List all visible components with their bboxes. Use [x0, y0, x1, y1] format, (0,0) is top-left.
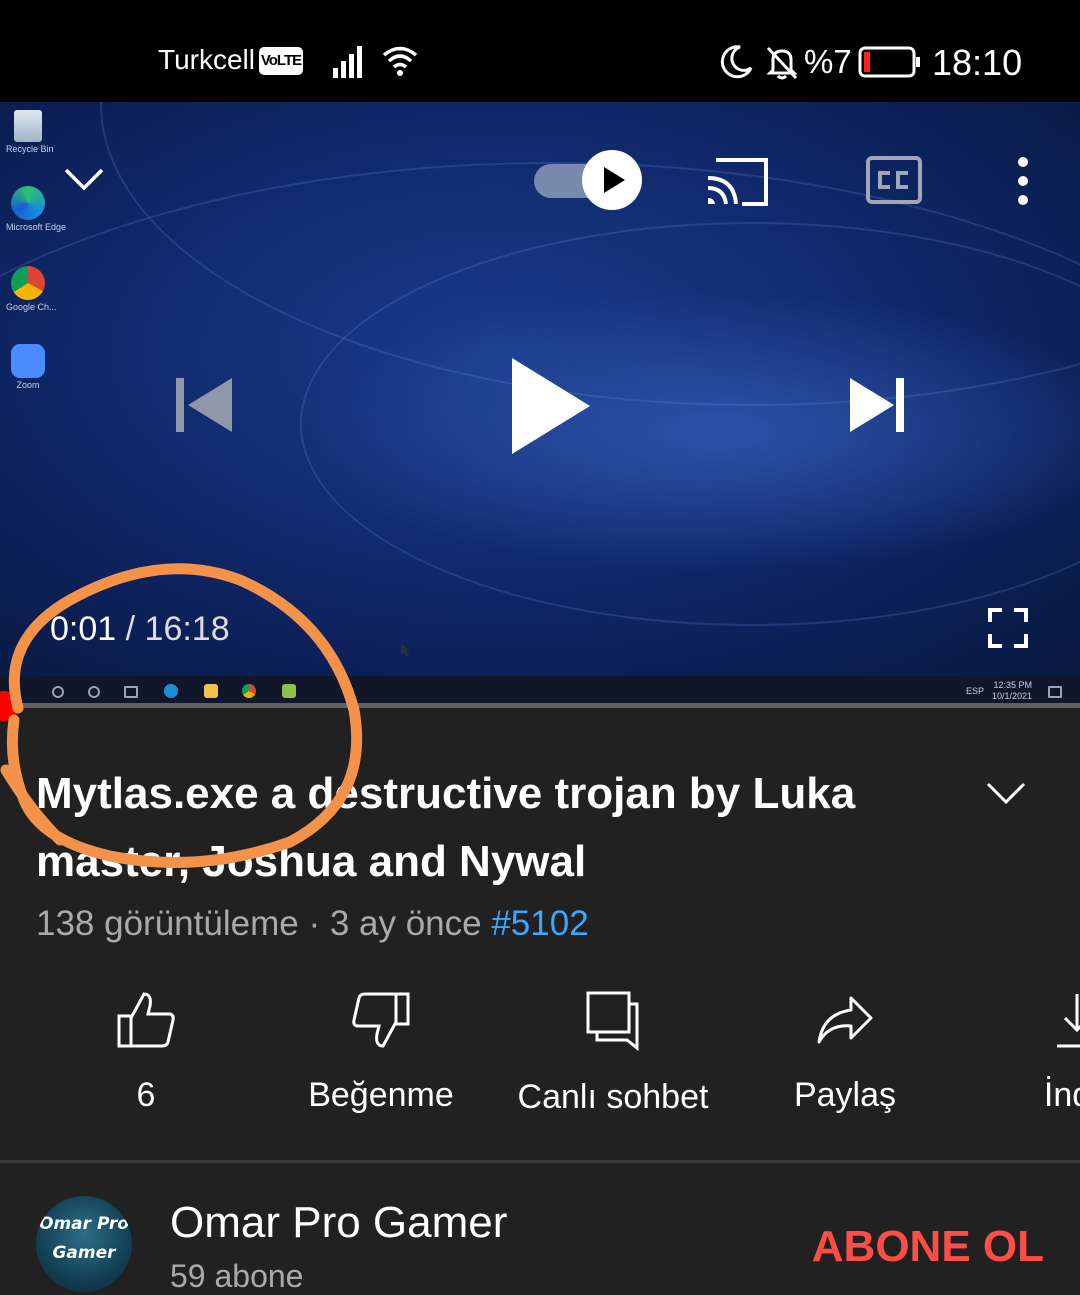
- edge-taskbar-icon: [164, 684, 178, 698]
- dislike-button[interactable]: Beğenme: [266, 990, 496, 1115]
- minimize-chevron-icon[interactable]: [62, 164, 106, 194]
- download-label: İndir: [1043, 1076, 1080, 1114]
- time-readout: 0:01 / 16:18: [50, 610, 230, 649]
- live-chat-label: Canlı sohbet: [517, 1078, 709, 1116]
- subscriber-count: 59 abone: [170, 1258, 304, 1294]
- status-clock: 18:10: [932, 42, 1023, 83]
- progress-bar[interactable]: [0, 703, 1080, 708]
- notification-icon: [1048, 686, 1062, 698]
- status-bar: Turkcell VoLTE %7 18:10: [0, 0, 1080, 102]
- avatar-text-line2: Gamer: [52, 1243, 116, 1263]
- chat-icon: [586, 991, 639, 1052]
- download-button[interactable]: İndir: [962, 990, 1080, 1115]
- video-player[interactable]: Recycle Bin Microsoft Edge Google Ch... …: [0, 102, 1080, 706]
- avatar[interactable]: Omar Pro Gamer: [36, 1196, 132, 1292]
- video-meta: 138 görüntüleme · 3 ay önce #5102: [36, 904, 589, 944]
- like-count: 6: [136, 1076, 156, 1114]
- wifi-icon: [382, 46, 418, 76]
- subscribe-button[interactable]: ABONE OL: [812, 1222, 1044, 1272]
- thumbs-down-icon: [352, 992, 410, 1048]
- meta-separator: ·: [308, 904, 321, 943]
- moon-icon: [720, 45, 753, 79]
- app-taskbar-icon: [282, 684, 296, 698]
- fullscreen-icon[interactable]: [988, 608, 1028, 648]
- previous-icon[interactable]: [176, 376, 234, 434]
- taskbar-date: 10/1/2021: [991, 691, 1032, 701]
- avatar-text-line1: Omar Pro: [39, 1214, 129, 1234]
- taskbar-time: 12:35 PM: [993, 680, 1032, 690]
- desktop-icon-chrome: Google Ch...: [6, 266, 57, 312]
- action-bar: 6 Beğenme Canlı sohbet Paylaş İndir: [0, 990, 1080, 1130]
- hashtag-link[interactable]: #5102: [491, 904, 588, 943]
- autoplay-toggle[interactable]: [534, 150, 642, 210]
- time-separator: /: [125, 610, 136, 648]
- share-icon: [817, 996, 873, 1044]
- dislike-label: Beğenme: [308, 1076, 454, 1114]
- expand-chevron-icon[interactable]: [984, 778, 1028, 808]
- desktop-icon-label: Microsoft Edge: [6, 222, 67, 232]
- battery-low-icon: [858, 46, 920, 78]
- taskbar-language: ESP: [966, 686, 985, 696]
- cortana-icon: [88, 686, 100, 698]
- upload-age: 3 ay önce: [329, 904, 482, 943]
- bell-off-icon: [766, 46, 798, 80]
- cast-icon[interactable]: [706, 156, 770, 208]
- desktop-icon-label: Recycle Bin: [6, 144, 54, 154]
- desktop-icon-label: Google Ch...: [6, 302, 57, 312]
- desktop-icon-edge: Microsoft Edge: [6, 186, 67, 232]
- search-icon: [52, 686, 64, 698]
- play-icon: [604, 167, 625, 193]
- current-time: 0:01: [50, 610, 117, 648]
- desktop-icon-recycle-bin: Recycle Bin: [6, 110, 54, 154]
- thumbs-up-icon: [117, 992, 175, 1048]
- avatar-text: Omar Pro Gamer: [36, 1210, 132, 1268]
- view-count: 138 görüntüleme: [36, 904, 299, 943]
- captions-icon[interactable]: [866, 156, 922, 204]
- mouse-cursor-icon: [401, 643, 410, 657]
- more-options-icon[interactable]: [1010, 156, 1036, 208]
- task-view-icon: [124, 686, 138, 698]
- edge-icon: [11, 186, 45, 220]
- next-icon[interactable]: [848, 376, 906, 434]
- volte-badge: VoLTE: [259, 47, 303, 75]
- battery-percent: %7: [804, 43, 852, 80]
- carrier-name: Turkcell: [158, 44, 255, 75]
- share-button[interactable]: Paylaş: [730, 990, 960, 1115]
- live-chat-button[interactable]: Canlı sohbet: [498, 990, 728, 1117]
- desktop-icon-zoom: Zoom: [6, 344, 50, 390]
- desktop-icon-label: Zoom: [16, 380, 40, 390]
- play-icon[interactable]: [510, 356, 592, 456]
- autoplay-knob: [582, 150, 642, 210]
- signal-icon: [333, 46, 362, 78]
- video-title[interactable]: Mytlas.exe a destructive trojan by Luka …: [36, 760, 936, 896]
- recycle-bin-icon: [14, 110, 42, 142]
- folder-taskbar-icon: [204, 684, 218, 698]
- duration: 16:18: [144, 610, 230, 648]
- chrome-taskbar-icon: [242, 684, 256, 698]
- share-label: Paylaş: [793, 1076, 897, 1114]
- channel-name[interactable]: Omar Pro Gamer: [170, 1198, 507, 1248]
- download-icon: [1057, 994, 1080, 1048]
- zoom-icon: [11, 344, 45, 378]
- taskbar-clock: 12:35 PM 10/1/2021: [992, 680, 1032, 702]
- like-button[interactable]: 6: [31, 990, 261, 1115]
- video-taskbar: ESP 12:35 PM 10/1/2021: [0, 676, 1080, 706]
- chrome-icon: [11, 266, 45, 300]
- section-divider: [0, 1160, 1080, 1163]
